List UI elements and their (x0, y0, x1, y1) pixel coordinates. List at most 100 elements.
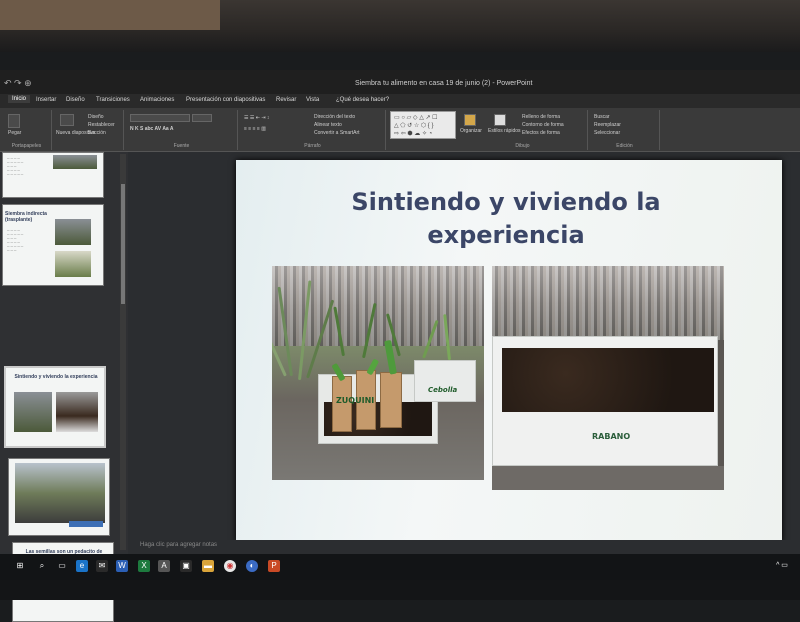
planter-soil (502, 348, 714, 412)
section-button[interactable]: Sección (88, 130, 106, 136)
slide-thumbnail-1[interactable]: ─ ─ ─ ─ ─ ─ ─ ─ ─ ─ ─ ─ ─ ─ ─ ─ ─ ─ ─ ─ ─ (2, 152, 104, 198)
powerpoint-icon[interactable]: P (268, 560, 280, 572)
find-button[interactable]: Buscar (594, 114, 610, 120)
paper-tube (380, 372, 402, 428)
quick-styles-button[interactable]: Estilos rápidos (488, 128, 521, 134)
thumbnail-photo (55, 251, 91, 277)
thumbnail-photo (55, 219, 91, 245)
tab-revisar[interactable]: Revisar (276, 97, 296, 103)
excel-icon[interactable]: X (138, 560, 150, 572)
scrollbar-thumb[interactable] (121, 184, 125, 304)
planter-box-onion (414, 360, 476, 402)
arrange-icon[interactable] (464, 114, 476, 126)
layout-button[interactable]: Diseño (88, 114, 104, 120)
thumbnail-text-lines: ─ ─ ─ ─ ─ ─ ─ ─ ─ ─ ─ ─ ─ ─ ─ ─ ─ ─ ─ ─ ─ ─ ─… (7, 229, 24, 253)
mail-icon[interactable]: ✉ (96, 560, 108, 572)
reset-button[interactable]: Restablecer (88, 122, 115, 128)
font-style-buttons[interactable]: N K S abc AV Aa A (130, 126, 174, 132)
group-drawing: Organizar Estilos rápidos Relleno de for… (458, 110, 588, 150)
font-name-select[interactable] (130, 114, 190, 122)
thumbnail-title: Siembra indirecta (trasplante) (5, 211, 47, 223)
convert-smartart-button[interactable]: Convertir a SmartArt (314, 130, 360, 136)
tab-animaciones[interactable]: Animaciones (140, 97, 174, 103)
photo-seedlings[interactable]: ZUQUINI Cebolla (272, 266, 484, 480)
thumbnail-text-lines: ─ ─ ─ ─ ─ ─ ─ ─ ─ ─ ─ ─ ─ ─ ─ ─ ─ ─ ─ ─ ─ (7, 157, 24, 177)
slide-thumbnail-4[interactable] (8, 458, 110, 536)
ribbon-tabs: Inicio Insertar Diseño Transiciones Anim… (0, 94, 800, 108)
notes-pane[interactable]: Haga clic para agregar notas (128, 540, 800, 554)
notes-placeholder[interactable]: Haga clic para agregar notas (140, 542, 217, 548)
shape-icons[interactable]: ▭ ○ ▱ ◇ △ ↗ ☐ (394, 114, 438, 121)
store-icon[interactable]: ▣ (180, 560, 192, 572)
photo-radish-box[interactable]: RABANO (492, 266, 724, 490)
slide-thumbnail-3[interactable]: Sintiendo y viviendo la experiencia (4, 366, 106, 448)
group-label-font: Fuente (173, 143, 190, 149)
group-font: N K S abc AV Aa A Fuente (126, 110, 238, 150)
thumbnail-photo (15, 463, 105, 523)
slide-canvas: Sintiendo y viviendo la experiencia ZUQU… (128, 152, 800, 542)
slide-thumbnail-panel: ─ ─ ─ ─ ─ ─ ─ ─ ─ ─ ─ ─ ─ ─ ─ ─ ─ ─ ─ ─ ─ Si… (0, 152, 128, 622)
tab-insertar[interactable]: Insertar (36, 97, 56, 103)
thumbnail-scrollbar[interactable] (120, 154, 126, 550)
text-direction-button[interactable]: Dirección del texto (314, 114, 355, 120)
photo-floor (492, 466, 724, 490)
group-paragraph: ☰ ☰ ⇤ ⇥ ↕ ≡ ≡ ≡ ≡ ▥ Dirección del texto … (240, 110, 386, 150)
shapes-gallery[interactable]: ▭ ○ ▱ ◇ △ ↗ ☐ △ ⬠ ↺ ☆ ⬡ { } ⇨ ⇦ ⬢ ☁ ✧ ◔ (390, 111, 456, 139)
label-cebolla: Cebolla (428, 386, 458, 394)
tell-me-search[interactable]: ¿Qué desea hacer? (336, 97, 389, 103)
app-icon[interactable]: A (158, 560, 170, 572)
system-tray-icon[interactable]: ^ ▭ (772, 560, 792, 572)
windows-start-icon[interactable]: ⊞ (14, 560, 26, 572)
paste-button[interactable]: Pegar (8, 130, 21, 136)
slide-title[interactable]: Sintiendo y viviendo la experiencia (316, 186, 696, 252)
arrange-button[interactable]: Organizar (460, 128, 482, 134)
tab-vista[interactable]: Vista (306, 97, 319, 103)
thumbnail-photo (14, 392, 52, 432)
tab-diseno[interactable]: Diseño (66, 97, 85, 103)
shape-icons-row2[interactable]: △ ⬠ ↺ ☆ ⬡ { } (394, 122, 433, 129)
shape-outline-button[interactable]: Contorno de forma (522, 122, 564, 128)
word-icon[interactable]: W (116, 560, 128, 572)
quick-styles-icon[interactable] (494, 114, 506, 126)
shape-effects-button[interactable]: Efectos de forma (522, 130, 560, 136)
search-icon[interactable]: ⌕ (36, 560, 48, 572)
tab-inicio[interactable]: Inicio (8, 95, 31, 103)
title-bar: ↶ ↷ ⊕ Siembra tu alimento en casa 19 de … (0, 70, 800, 94)
edge-icon[interactable]: e (76, 560, 88, 572)
tab-transiciones[interactable]: Transiciones (96, 97, 130, 103)
tab-presentacion[interactable]: Presentación con diapositivas (186, 97, 265, 103)
thumbnail-title: Sintiendo y viviendo la experiencia (14, 374, 98, 380)
shape-fill-button[interactable]: Relleno de forma (522, 114, 560, 120)
list-buttons[interactable]: ☰ ☰ ⇤ ⇥ ↕ (244, 115, 269, 121)
group-label-clipboard: Portapapeles (11, 143, 42, 149)
file-explorer-icon[interactable]: ▬ (202, 560, 214, 572)
group-clipboard: Pegar Portapapeles (2, 110, 52, 150)
background-wall (0, 0, 220, 30)
monitor-bezel-bottom (0, 580, 800, 600)
new-slide-icon[interactable] (60, 114, 74, 126)
current-slide[interactable]: Sintiendo y viviendo la experiencia ZUQU… (236, 160, 782, 542)
windows-taskbar: ⊞ ⌕ ▭ e ✉ W X A ▣ ▬ ◉ ◐ P ^ ▭ (0, 554, 800, 580)
shape-icons-row3[interactable]: ⇨ ⇦ ⬢ ☁ ✧ ◔ (394, 130, 432, 137)
photo-city-background (492, 266, 724, 340)
label-rabano: RABANO (592, 432, 631, 441)
paste-icon[interactable] (8, 114, 20, 128)
thumbnail-photo (53, 155, 97, 169)
font-size-select[interactable] (192, 114, 212, 122)
replace-button[interactable]: Reemplazar (594, 122, 621, 128)
ribbon: Pegar Portapapeles Nueva diapositiva Dis… (0, 108, 800, 152)
screen: ↶ ↷ ⊕ Siembra tu alimento en casa 19 de … (0, 70, 800, 622)
chrome-icon[interactable]: ◉ (224, 560, 236, 572)
select-button[interactable]: Seleccionar (594, 130, 620, 136)
align-buttons[interactable]: ≡ ≡ ≡ ≡ ▥ (244, 126, 266, 132)
group-label-paragraph: Párrafo (304, 143, 321, 149)
task-view-icon[interactable]: ▭ (56, 560, 68, 572)
slide-thumbnail-2[interactable]: Siembra indirecta (trasplante) ─ ─ ─ ─ ─ … (2, 204, 104, 286)
group-label-editing: Edición (616, 143, 633, 149)
window-title: Siembra tu alimento en casa 19 de junio … (355, 80, 533, 87)
group-slides: Nueva diapositiva Diseño Restablecer Sec… (54, 110, 124, 150)
thumbnail-photo (56, 392, 98, 432)
quick-access-undo-icon[interactable]: ↶ ↷ ⊕ (4, 78, 32, 89)
align-text-button[interactable]: Alinear texto (314, 122, 342, 128)
browser-icon[interactable]: ◐ (246, 560, 258, 572)
